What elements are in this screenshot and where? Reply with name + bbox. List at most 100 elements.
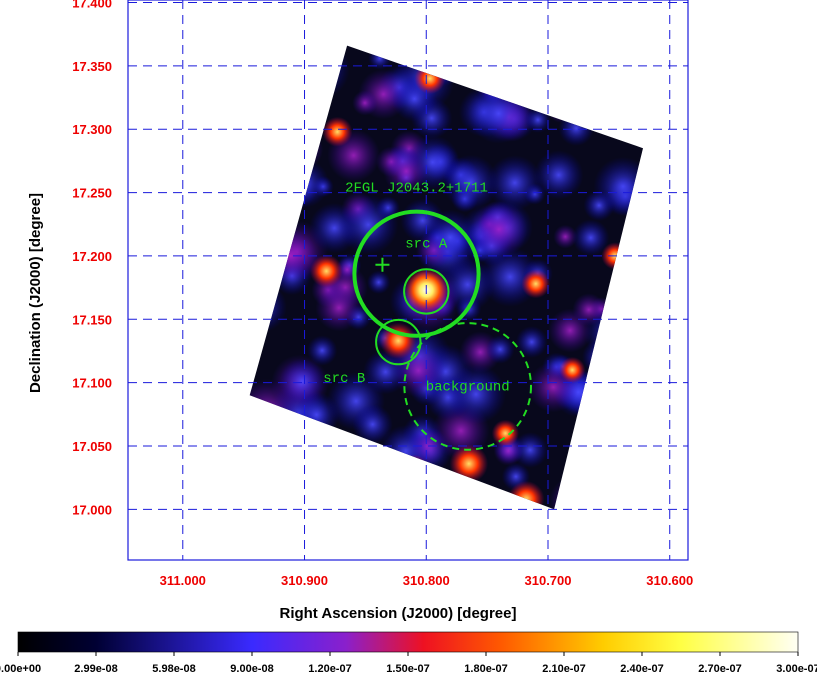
- bright-source: [414, 63, 446, 95]
- diffuse-emission: [572, 293, 606, 327]
- bright-source: [507, 480, 545, 510]
- diffuse-emission: [622, 45, 643, 61]
- diffuse-emission: [603, 55, 643, 113]
- y-tick-label: 17.350: [72, 59, 112, 74]
- diffuse-emission: [404, 458, 433, 487]
- diffuse-emission: [548, 475, 603, 510]
- colorbar-tick-label: 1.80e-07: [464, 663, 507, 674]
- diffuse-emission: [249, 251, 270, 292]
- diffuse-emission: [249, 378, 299, 443]
- diffuse-emission: [485, 335, 515, 364]
- bright-source: [559, 356, 586, 384]
- y-tick-label: 17.000: [72, 502, 112, 517]
- diffuse-emission: [344, 478, 365, 500]
- diffuse-emission: [249, 281, 287, 333]
- image-layer: [249, 45, 643, 510]
- colorbar: [17, 631, 799, 653]
- diffuse-emission: [599, 385, 643, 447]
- diffuse-emission: [618, 485, 643, 510]
- y-tick-labels: 17.000 17.050 17.100 17.150 17.200 17.250 17.3…: [72, 0, 112, 517]
- diffuse-emission: [304, 51, 328, 75]
- colorbar-tick-label: 2.40e-07: [620, 663, 663, 674]
- bright-source: [400, 454, 429, 483]
- diffuse-emission: [259, 195, 290, 226]
- x-tick-label: 311.000: [160, 573, 206, 588]
- diffuse-emission: [249, 146, 268, 173]
- diffuse-emission: [558, 110, 594, 146]
- bright-source: [491, 419, 519, 447]
- bright-source: [521, 269, 551, 299]
- diffuse-emission: [587, 418, 641, 471]
- diffuse-emission: [275, 45, 329, 78]
- diffuse-emission: [249, 475, 275, 510]
- diffuse-emission: [580, 466, 617, 504]
- diffuse-emission: [329, 470, 360, 501]
- y-tick-label: 17.150: [72, 312, 112, 327]
- colorbar-tick-labels: 0.00e+00 2.99e-08 5.98e-08 9.00e-08 1.20e-07…: [0, 652, 817, 674]
- diffuse-emission: [498, 45, 528, 62]
- diffuse-emission: [321, 466, 357, 502]
- diffuse-emission: [606, 45, 641, 64]
- diffuse-emission: [367, 270, 391, 294]
- diffuse-emission: [334, 453, 383, 501]
- diffuse-emission: [496, 45, 518, 60]
- diffuse-emission: [252, 191, 288, 227]
- x-tick-label: 310.800: [403, 573, 450, 588]
- diffuse-emission: [292, 107, 325, 140]
- diffuse-emission: [296, 482, 337, 510]
- x-tick-label: 310.900: [281, 573, 328, 588]
- x-tick-label: 310.600: [646, 573, 693, 588]
- y-tick-label: 17.250: [72, 186, 112, 201]
- diffuse-emission: [400, 464, 460, 510]
- diffuse-emission: [615, 444, 643, 475]
- diffuse-emission: [249, 182, 283, 228]
- diffuse-emission: [249, 211, 294, 262]
- colorbar-tick-label: 2.70e-07: [698, 663, 741, 674]
- colorbar-tick-label: 5.98e-08: [152, 663, 195, 674]
- colorbar-tick-label: 1.20e-07: [308, 663, 351, 674]
- diffuse-emission: [288, 45, 350, 100]
- diffuse-emission: [338, 194, 399, 255]
- x-axis-label: Right Ascension (J2000) [degree]: [279, 605, 516, 622]
- diffuse-emission: [294, 392, 340, 438]
- diffuse-emission: [468, 83, 529, 144]
- y-tick-label: 17.400: [72, 0, 112, 11]
- diffuse-emission: [268, 99, 296, 126]
- colorbar-tick-label: 1.50e-07: [386, 663, 429, 674]
- diffuse-emission: [268, 409, 325, 466]
- bright-source: [322, 116, 353, 147]
- y-tick-label: 17.200: [72, 249, 112, 264]
- diffuse-emission: [440, 480, 489, 510]
- colorbar-tick-label: 3.00e-07: [776, 663, 817, 674]
- diffuse-emission: [513, 45, 540, 66]
- bright-source: [310, 254, 343, 288]
- diffuse-emission: [547, 95, 575, 123]
- y-tick-label: 17.300: [72, 122, 112, 137]
- region-label: 2FGL J2043.2+1711: [345, 181, 488, 197]
- colorbar-tick-label: 2.10e-07: [542, 663, 585, 674]
- diffuse-emission: [323, 435, 364, 476]
- diffuse-emission: [561, 469, 600, 507]
- skymap-figure: 2FGL J2043.2+1711 src A src B background 31…: [0, 0, 817, 674]
- diffuse-emission: [616, 273, 638, 296]
- region-label: background: [426, 379, 510, 395]
- region-label: src B: [323, 371, 365, 387]
- diffuse-emission: [249, 91, 285, 143]
- diffuse-emission: [355, 498, 376, 510]
- region-label: src A: [405, 236, 448, 252]
- x-tick-labels: 311.000 310.900 310.800 310.700 310.600: [160, 573, 694, 588]
- diffuse-emission: [450, 45, 485, 74]
- x-tick-label: 310.700: [525, 573, 572, 588]
- diffuse-emission: [287, 45, 344, 76]
- diffuse-emission: [260, 116, 316, 172]
- diffuse-emission: [251, 143, 293, 186]
- y-axis-label: Declination (J2000) [degree]: [27, 193, 44, 393]
- diffuse-emission: [346, 443, 393, 490]
- y-tick-label: 17.050: [72, 439, 112, 454]
- diffuse-emission: [440, 257, 495, 312]
- diffuse-emission: [487, 60, 530, 103]
- diffuse-emission: [610, 310, 643, 346]
- diffuse-emission: [593, 157, 643, 216]
- y-tick-label: 17.100: [72, 376, 112, 391]
- diffuse-emission: [249, 196, 291, 237]
